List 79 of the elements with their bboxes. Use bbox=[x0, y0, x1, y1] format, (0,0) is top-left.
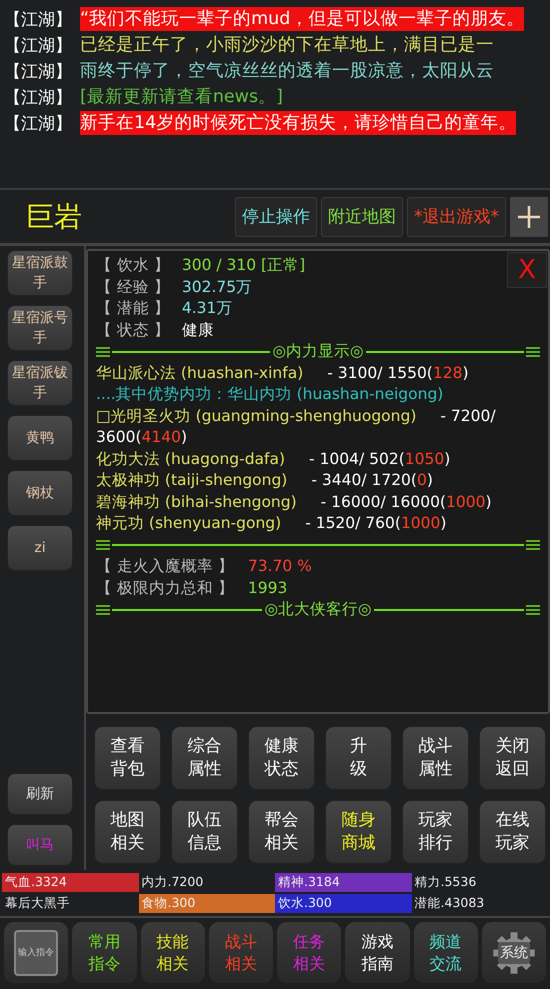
triple-line-icon bbox=[96, 604, 110, 616]
stat-text: 内力.7200 bbox=[140, 874, 204, 891]
skill-line: 神元功 (shenyuan-gong) - 1520/ 760(1000) bbox=[96, 513, 448, 534]
menu-button[interactable]: 战斗 属性 bbox=[402, 726, 469, 790]
stat-text: 幕后大黑手 bbox=[4, 895, 70, 912]
stat-value: 4.31万 bbox=[182, 298, 232, 319]
menu-button[interactable]: 综合 属性 bbox=[171, 726, 238, 790]
toolbar-button[interactable]: 技能 相关 bbox=[140, 922, 205, 983]
menu-button[interactable]: 关闭 返回 bbox=[479, 726, 546, 790]
skill-line: 华山派心法 (huashan-xinfa) - 3100/ 1550(128) bbox=[96, 362, 470, 384]
menu-button[interactable]: 地图 相关 bbox=[94, 800, 161, 864]
toolbar-button[interactable]: 频道 交流 bbox=[414, 922, 478, 983]
skill-line: □光明圣火功 (guangming-shenghuogong) - 7200/ 3600(4140) bbox=[96, 406, 497, 448]
add-button[interactable] bbox=[510, 196, 548, 236]
toolbar-button[interactable]: 常用 指令 bbox=[72, 922, 136, 983]
stat-label: 【 经验 】 bbox=[96, 276, 170, 298]
stat-text: 精力.5536 bbox=[414, 874, 476, 891]
chat-message: 雨终于停了，空气凉丝丝的透着一股凉意，太阳从云 bbox=[80, 60, 494, 83]
toolbar-button[interactable]: 游戏 指南 bbox=[345, 922, 410, 983]
section-title: ◎北大侠客行◎ bbox=[264, 599, 372, 620]
close-button[interactable]: X bbox=[507, 252, 547, 288]
npc-button[interactable]: 星宿派号手 bbox=[7, 305, 73, 351]
npc-button[interactable]: 钢杖 bbox=[7, 470, 73, 516]
header-button[interactable]: *退出游戏* bbox=[407, 196, 506, 236]
toolbar-button[interactable]: 战斗 相关 bbox=[208, 922, 273, 983]
npc-button[interactable]: 黄鸭 bbox=[7, 415, 73, 461]
npc-button[interactable]: zi bbox=[7, 525, 73, 571]
stat-label: 【 潜能 】 bbox=[96, 298, 170, 319]
menu-button[interactable]: 升 级 bbox=[325, 726, 392, 790]
menu-button[interactable]: 随身 商城 bbox=[325, 800, 392, 864]
skill-note: ....其中优势内功：华山内功 (huashan-neigong) bbox=[96, 384, 444, 405]
skill-line: 碧海神功 (bihai-shengong) - 16000/ 16000(1000) bbox=[96, 492, 492, 512]
stat-text: 潜能.43083 bbox=[414, 895, 484, 912]
stat-label: 【 饮水 】 bbox=[96, 255, 170, 276]
summary-label: 【 极限内力总和 】 bbox=[96, 578, 234, 598]
header-button[interactable]: 停止操作 bbox=[235, 196, 317, 236]
channel-tag: 【江湖】 bbox=[0, 60, 80, 82]
npc-button[interactable]: 星宿派鼓手 bbox=[7, 250, 73, 296]
plus-icon bbox=[517, 204, 541, 228]
header-button[interactable]: 附近地图 bbox=[321, 196, 403, 236]
stat-text: 气血.3324 bbox=[4, 874, 67, 891]
triple-line-icon bbox=[96, 539, 110, 552]
menu-button[interactable]: 帮会 相关 bbox=[248, 800, 315, 864]
character-name: 巨岩 bbox=[26, 198, 82, 234]
stat-value: 300 / 310 [正常] bbox=[182, 255, 306, 276]
stat-value: 健康 bbox=[182, 320, 214, 340]
stat-text: 精神.3184 bbox=[277, 874, 340, 891]
skill-line: 太极神功 (taiji-shengong) - 3440/ 1720(0) bbox=[96, 470, 434, 491]
chat-message: [最新更新请查看news。] bbox=[80, 86, 283, 109]
menu-button[interactable]: 队伍 信息 bbox=[171, 800, 238, 864]
system-button[interactable]: 系统 bbox=[482, 922, 546, 983]
command-input-button[interactable]: 输入指令 bbox=[4, 922, 68, 983]
chat-message: 已经是正午了，小雨沙沙的下在草地上，满目已是一 bbox=[80, 34, 494, 57]
skill-line: 化功大法 (huagong-dafa) - 1004/ 502(1050) bbox=[96, 448, 452, 470]
stat-text: 食物.300 bbox=[140, 895, 196, 912]
triple-line-icon bbox=[526, 539, 540, 552]
chat-message: 新手在14岁的时候死亡没有损失，请珍惜自己的童年。 bbox=[80, 111, 516, 135]
chat-message: “我们不能玩一辈子的mud，但是可以做一辈子的朋友。 bbox=[80, 7, 524, 31]
menu-button[interactable]: 健康 状态 bbox=[248, 726, 315, 790]
section-title: ◎内力显示◎ bbox=[272, 341, 364, 362]
summary-value: 73.70 % bbox=[248, 556, 312, 577]
triple-line-icon bbox=[96, 346, 110, 358]
side-button[interactable]: 刷新 bbox=[7, 773, 73, 815]
channel-tag: 【江湖】 bbox=[0, 34, 80, 56]
channel-tag: 【江湖】 bbox=[0, 112, 80, 134]
stat-label: 【 状态 】 bbox=[96, 320, 170, 340]
stat-value: 302.75万 bbox=[182, 276, 252, 298]
menu-button[interactable]: 玩家 排行 bbox=[402, 800, 469, 864]
menu-button[interactable]: 查看 背包 bbox=[94, 726, 161, 790]
summary-label: 【 走火入魔概率 】 bbox=[96, 556, 234, 577]
channel-tag: 【江湖】 bbox=[0, 8, 80, 30]
channel-tag: 【江湖】 bbox=[0, 86, 80, 108]
stat-text: 饮水.300 bbox=[277, 895, 332, 912]
npc-button[interactable]: 星宿派钹手 bbox=[7, 360, 73, 406]
summary-value: 1993 bbox=[248, 578, 288, 598]
triple-line-icon bbox=[526, 346, 540, 358]
triple-line-icon bbox=[526, 604, 540, 616]
menu-button[interactable]: 在线 玩家 bbox=[479, 800, 546, 864]
toolbar-button[interactable]: 任务 相关 bbox=[277, 922, 342, 983]
